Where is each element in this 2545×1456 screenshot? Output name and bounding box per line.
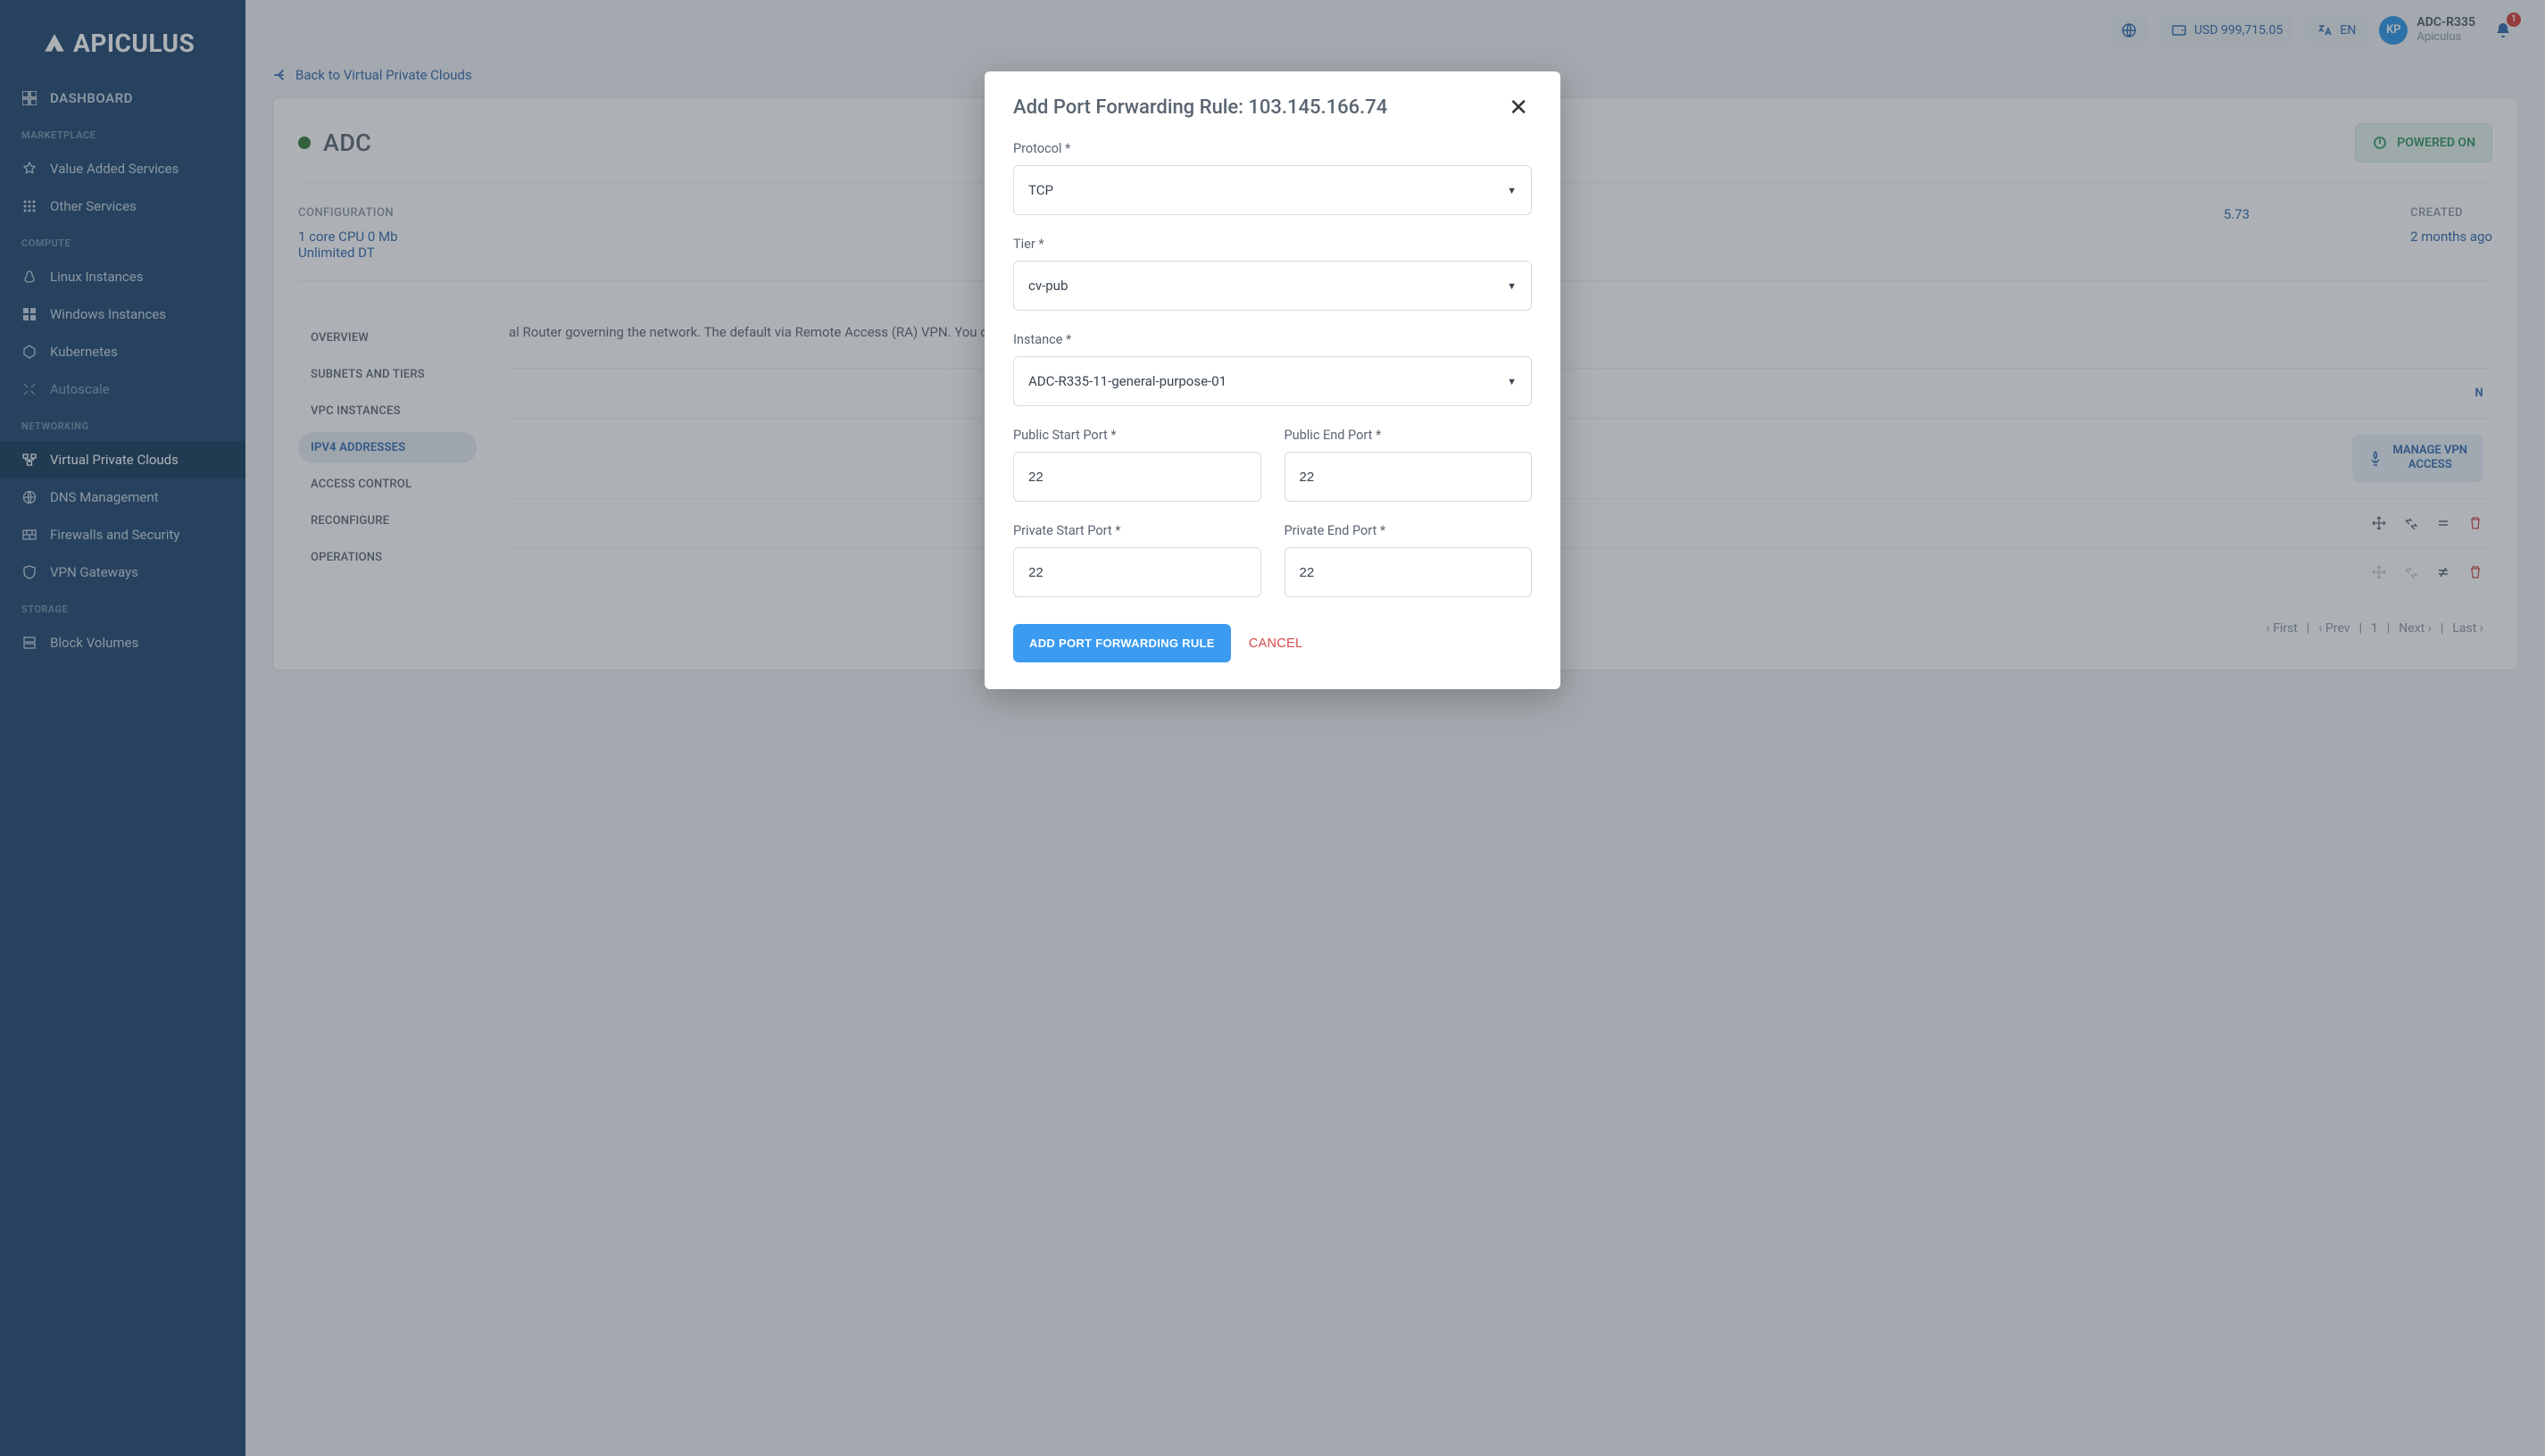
instance-select[interactable]: ADC-R335-11-general-purpose-01 ▼ [1013,356,1532,406]
cancel-button[interactable]: CANCEL [1249,636,1303,651]
protocol-value: TCP [1028,182,1053,198]
public-end-port-label: Public End Port * [1285,428,1533,443]
tier-select[interactable]: cv-pub ▼ [1013,261,1532,311]
chevron-down-icon: ▼ [1507,280,1517,292]
tier-label: Tier * [1013,237,1532,252]
private-end-port-label: Private End Port * [1285,523,1533,538]
private-end-port-input[interactable] [1285,547,1533,597]
add-port-forwarding-modal: Add Port Forwarding Rule: 103.145.166.74… [985,71,1560,689]
modal-backdrop[interactable]: Add Port Forwarding Rule: 103.145.166.74… [0,0,2545,1456]
protocol-select[interactable]: TCP ▼ [1013,165,1532,215]
private-start-port-input[interactable] [1013,547,1261,597]
protocol-label: Protocol * [1013,141,1532,156]
close-icon[interactable]: ✕ [1505,96,1532,120]
instance-label: Instance * [1013,332,1532,347]
chevron-down-icon: ▼ [1507,376,1517,387]
public-start-port-input[interactable] [1013,452,1261,502]
tier-value: cv-pub [1028,278,1068,294]
public-start-port-label: Public Start Port * [1013,428,1261,443]
modal-title: Add Port Forwarding Rule: 103.145.166.74 [1013,96,1387,119]
chevron-down-icon: ▼ [1507,185,1517,196]
public-end-port-input[interactable] [1285,452,1533,502]
private-start-port-label: Private Start Port * [1013,523,1261,538]
instance-value: ADC-R335-11-general-purpose-01 [1028,373,1227,389]
add-port-forwarding-rule-button[interactable]: ADD PORT FORWARDING RULE [1013,624,1231,662]
